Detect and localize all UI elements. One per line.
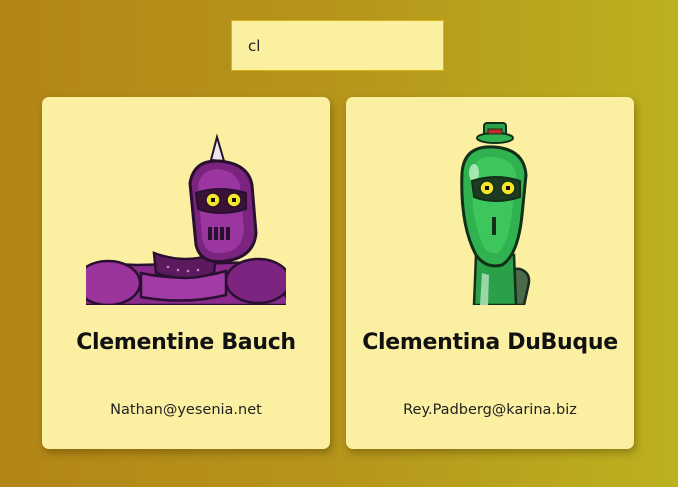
robot-card-clementine-bauch[interactable]: Clementine Bauch Nathan@yesenia.net — [42, 97, 330, 449]
purple-robot-avatar — [86, 105, 286, 305]
green-robot-avatar — [390, 105, 590, 305]
robot-email: Rey.Padberg@karina.biz — [403, 402, 577, 418]
search-input[interactable] — [231, 20, 444, 71]
robot-email: Nathan@yesenia.net — [110, 402, 262, 418]
robot-card-clementina-dubuque[interactable]: Clementina DuBuque Rey.Padberg@karina.bi… — [346, 97, 634, 449]
robot-name: Clementina DuBuque — [362, 330, 618, 355]
robot-name: Clementine Bauch — [76, 330, 296, 355]
